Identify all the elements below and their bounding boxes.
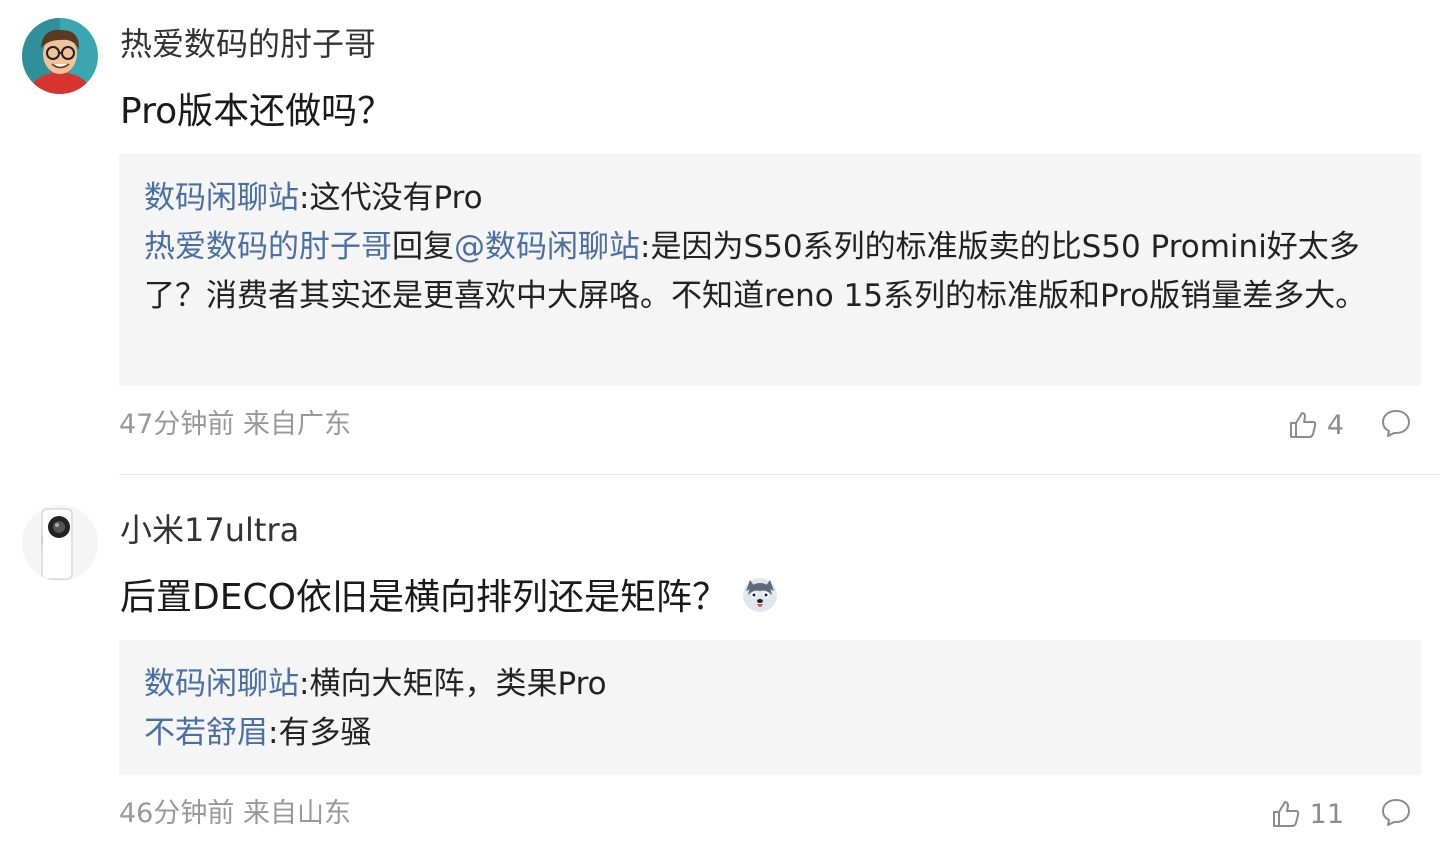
reply-item[interactable]: 数码闲聊站:这代没有Pro — [144, 174, 1396, 223]
reply-item[interactable]: 数码闲聊站:横向大矩阵，类果Pro — [144, 660, 1396, 709]
like-count: 4 — [1326, 409, 1344, 441]
like-button[interactable]: 4 — [1287, 409, 1344, 441]
thumbs-up-icon — [1289, 412, 1317, 438]
username[interactable]: 小米17ultra — [120, 510, 299, 550]
reply-author-link[interactable]: 热爱数码的肘子哥 — [144, 229, 392, 265]
reply-author-link[interactable]: 数码闲聊站 — [144, 666, 299, 702]
reply-author-link[interactable]: 数码闲聊站 — [144, 180, 299, 216]
like-count: 11 — [1309, 798, 1344, 830]
comment-actions: 11 — [1270, 793, 1412, 835]
comment-bubble-icon — [1382, 799, 1410, 826]
reply-separator: : — [640, 229, 651, 265]
comment-item: 热爱数码的肘子哥 Pro版本还做吗？ 数码闲聊站:这代没有Pro 热爱数码的肘子… — [0, 0, 1440, 470]
reply-button[interactable] — [1380, 407, 1412, 443]
reply-box[interactable]: 数码闲聊站:这代没有Pro 热爱数码的肘子哥回复@数码闲聊站:是因为S50系列的… — [119, 154, 1421, 386]
reply-separator: : — [299, 180, 310, 216]
reply-text: 有多骚 — [278, 715, 372, 751]
comment-text-body: 后置DECO依旧是横向排列还是矩阵？ — [120, 577, 728, 618]
phone-camera-icon — [22, 505, 98, 581]
husky-face-icon — [742, 577, 778, 613]
comment-text: Pro版本还做吗？ — [120, 91, 394, 132]
user-avatar[interactable] — [22, 18, 98, 94]
reply-separator: : — [299, 666, 310, 702]
comment-meta: 46分钟前 来自山东 — [119, 798, 351, 829]
user-avatar[interactable] — [22, 505, 98, 581]
like-button[interactable]: 11 — [1270, 798, 1344, 830]
thumbs-up-icon — [1272, 801, 1299, 827]
username[interactable]: 热爱数码的肘子哥 — [120, 24, 376, 64]
reply-author-link[interactable]: 不若舒眉 — [144, 715, 268, 751]
reply-box[interactable]: 数码闲聊站:横向大矩阵，类果Pro 不若舒眉:有多骚 — [119, 640, 1421, 775]
comment-item: 小米17ultra 后置DECO依旧是横向排列还是矩阵？ 数码闲聊站:横向大矩阵… — [0, 475, 1440, 854]
avatar-cartoon-icon — [22, 18, 98, 94]
reply-word: 回复 — [392, 229, 454, 265]
comment-text: 后置DECO依旧是横向排列还是矩阵？ — [120, 575, 778, 621]
reply-text: 这代没有Pro — [309, 180, 483, 216]
comment-meta: 47分钟前 来自广东 — [119, 409, 351, 440]
reply-item[interactable]: 不若舒眉:有多骚 — [144, 709, 1396, 758]
comment-actions: 4 — [1287, 404, 1412, 446]
reply-button[interactable] — [1380, 796, 1412, 832]
mention-link[interactable]: @数码闲聊站 — [454, 229, 640, 265]
comment-bubble-icon — [1382, 410, 1410, 437]
reply-text: 横向大矩阵，类果Pro — [309, 666, 607, 702]
reply-separator: : — [268, 715, 279, 751]
reply-item[interactable]: 热爱数码的肘子哥回复@数码闲聊站:是因为S50系列的标准版卖的比S50 Prom… — [144, 223, 1396, 321]
